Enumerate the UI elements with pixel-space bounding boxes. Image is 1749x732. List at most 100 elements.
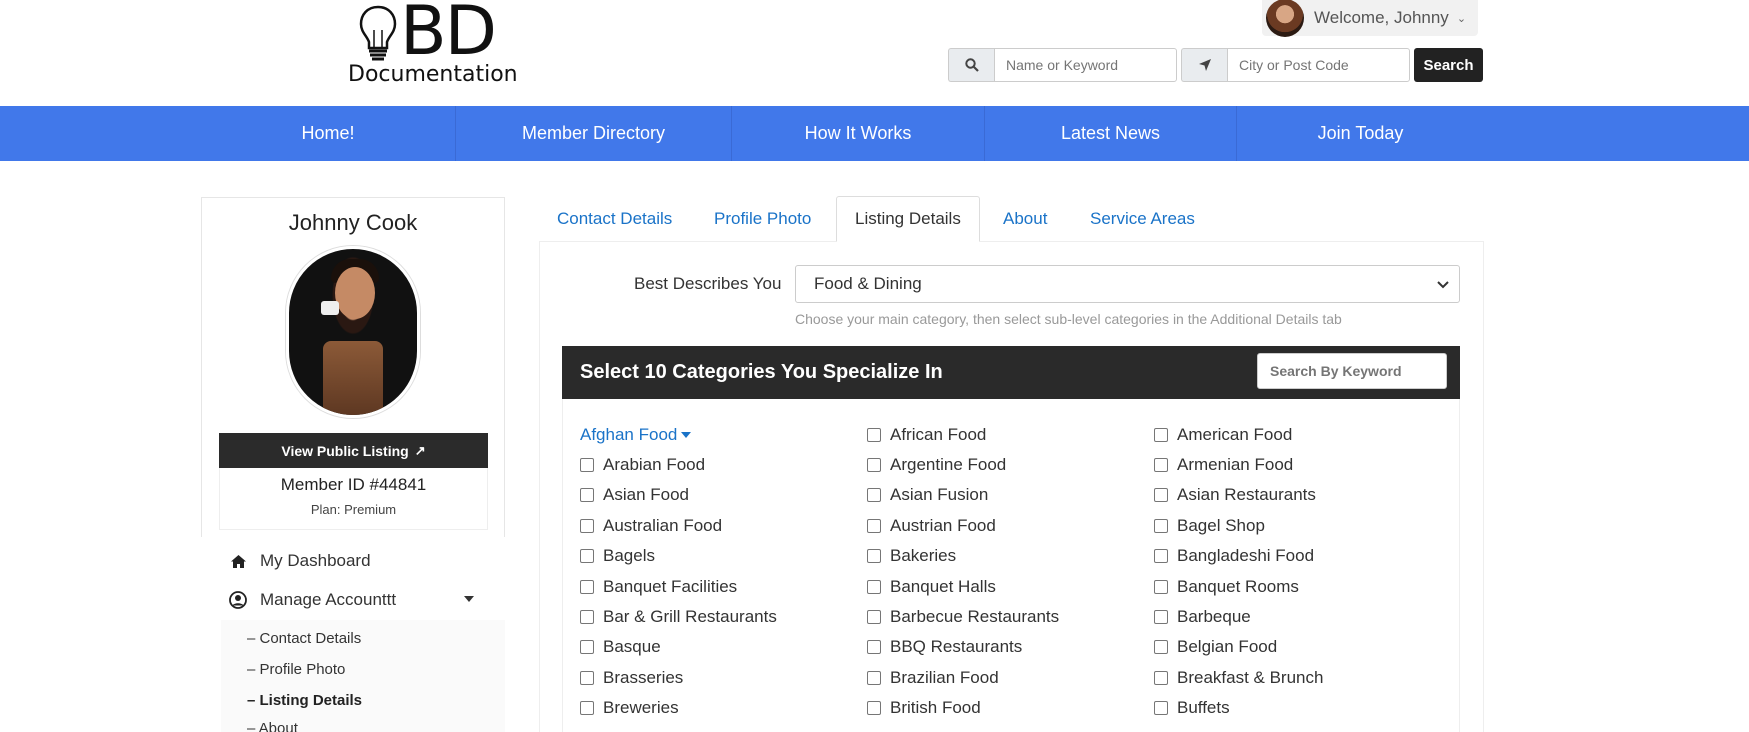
- category-label: BBQ Restaurants: [890, 637, 1023, 656]
- checkbox[interactable]: [867, 488, 881, 502]
- category-checkbox-item[interactable]: Banquet Halls: [867, 577, 996, 597]
- sidebar-item-label: Manage Accounttt: [260, 590, 397, 609]
- tab-contact-details[interactable]: Contact Details: [557, 196, 672, 242]
- category-checkbox-item[interactable]: Barbeque: [1154, 607, 1251, 627]
- category-checkbox-item[interactable]: Bagels: [580, 546, 655, 566]
- category-checkbox-item[interactable]: Barbecue Restaurants: [867, 607, 1059, 627]
- category-checkbox-item[interactable]: Brazilian Food: [867, 668, 999, 688]
- category-checkbox-item[interactable]: Asian Restaurants: [1154, 485, 1316, 505]
- user-menu[interactable]: Welcome, Johnny ⌄: [1262, 0, 1478, 37]
- category-checkbox-item[interactable]: Banquet Rooms: [1154, 577, 1299, 597]
- caret-down-icon[interactable]: [464, 596, 474, 602]
- categories-header: Select 10 Categories You Specialize In: [562, 346, 1460, 399]
- checkbox[interactable]: [1154, 519, 1168, 533]
- category-checkbox-item[interactable]: Buffets: [1154, 698, 1230, 718]
- checkbox[interactable]: [867, 610, 881, 624]
- checkbox[interactable]: [867, 580, 881, 594]
- category-label: Bakeries: [890, 546, 957, 565]
- category-checkbox-item[interactable]: BBQ Restaurants: [867, 637, 1022, 657]
- category-select[interactable]: Food & Dining: [795, 265, 1460, 303]
- sidebar-item-dashboard[interactable]: My Dashboard: [228, 551, 371, 571]
- category-search-input[interactable]: [1257, 353, 1447, 389]
- category-checkbox-item[interactable]: Armenian Food: [1154, 455, 1293, 475]
- search-icon: [948, 48, 994, 82]
- category-checkbox-item[interactable]: Brasseries: [580, 668, 683, 688]
- checkbox[interactable]: [1154, 610, 1168, 624]
- tab-service-areas[interactable]: Service Areas: [1090, 196, 1195, 242]
- checkbox[interactable]: [580, 580, 594, 594]
- checkbox[interactable]: [1154, 580, 1168, 594]
- location-input[interactable]: [1227, 48, 1410, 82]
- checkbox[interactable]: [580, 488, 594, 502]
- category-checkbox-item[interactable]: Australian Food: [580, 516, 722, 536]
- view-public-listing-button[interactable]: View Public Listing ↗: [219, 433, 488, 468]
- checkbox[interactable]: [1154, 701, 1168, 715]
- checkbox[interactable]: [867, 428, 881, 442]
- checkbox[interactable]: [580, 701, 594, 715]
- keyword-input[interactable]: [994, 48, 1177, 82]
- checkbox[interactable]: [867, 458, 881, 472]
- site-logo[interactable]: BD Documentation: [348, 0, 538, 90]
- category-checkbox-item[interactable]: Belgian Food: [1154, 637, 1277, 657]
- checkbox[interactable]: [580, 458, 594, 472]
- checkbox[interactable]: [580, 671, 594, 685]
- checkbox[interactable]: [1154, 488, 1168, 502]
- category-checkbox-item[interactable]: African Food: [867, 425, 986, 445]
- checkbox[interactable]: [580, 549, 594, 563]
- checkbox[interactable]: [580, 610, 594, 624]
- category-checkbox-item[interactable]: Banquet Facilities: [580, 577, 737, 597]
- expanded-category-toggle[interactable]: Afghan Food: [580, 425, 692, 445]
- category-checkbox-item[interactable]: American Food: [1154, 425, 1292, 445]
- category-checkbox-item[interactable]: Arabian Food: [580, 455, 705, 475]
- checkbox[interactable]: [580, 640, 594, 654]
- profile-name: Johnny Cook: [288, 210, 418, 235]
- category-label: Banquet Rooms: [1177, 577, 1299, 596]
- sidebar-item-manage-account[interactable]: Manage Accounttt: [228, 590, 396, 610]
- category-label: Asian Restaurants: [1177, 485, 1316, 504]
- search-button[interactable]: Search: [1414, 48, 1483, 82]
- tab-about[interactable]: About: [1003, 196, 1047, 242]
- category-checkbox-item[interactable]: Breweries: [580, 698, 679, 718]
- checkbox[interactable]: [1154, 671, 1168, 685]
- tab-listing-details[interactable]: Listing Details: [836, 196, 980, 242]
- nav-latest-news[interactable]: Latest News: [985, 106, 1236, 161]
- category-checkbox-item[interactable]: Bakeries: [867, 546, 956, 566]
- submenu-contact-details[interactable]: – Contact Details: [247, 630, 361, 647]
- checkbox[interactable]: [867, 519, 881, 533]
- checkbox[interactable]: [867, 701, 881, 715]
- nav-home[interactable]: Home!: [201, 106, 455, 161]
- nav-member-directory[interactable]: Member Directory: [456, 106, 731, 161]
- checkbox[interactable]: [580, 519, 594, 533]
- category-label: Argentine Food: [890, 455, 1007, 474]
- tab-profile-photo[interactable]: Profile Photo: [714, 196, 811, 242]
- category-checkbox-item[interactable]: Breakfast & Brunch: [1154, 668, 1323, 688]
- checkbox[interactable]: [867, 640, 881, 654]
- category-checkbox-item[interactable]: Asian Fusion: [867, 485, 988, 505]
- checkbox[interactable]: [1154, 428, 1168, 442]
- category-label: Armenian Food: [1177, 455, 1294, 474]
- checkbox[interactable]: [1154, 549, 1168, 563]
- category-checkbox-item[interactable]: British Food: [867, 698, 981, 718]
- category-checkbox-item[interactable]: Bagel Shop: [1154, 516, 1265, 536]
- categories-title: Select 10 Categories You Specialize In: [580, 361, 943, 383]
- nav-how-it-works[interactable]: How It Works: [732, 106, 984, 161]
- category-checkbox-item[interactable]: Asian Food: [580, 485, 689, 505]
- search-bar: Search: [948, 48, 1483, 82]
- category-label: Bar & Grill Restaurants: [603, 607, 777, 626]
- category-checkbox-item[interactable]: Argentine Food: [867, 455, 1006, 475]
- category-checkbox-item[interactable]: Bangladeshi Food: [1154, 546, 1314, 566]
- checkbox[interactable]: [1154, 640, 1168, 654]
- chevron-down-icon: [1437, 278, 1449, 292]
- category-checkbox-item[interactable]: Bar & Grill Restaurants: [580, 607, 777, 627]
- chevron-down-icon: ⌄: [1456, 12, 1467, 25]
- submenu-about[interactable]: – About: [247, 720, 298, 732]
- checkbox[interactable]: [867, 549, 881, 563]
- submenu-profile-photo[interactable]: – Profile Photo: [247, 661, 345, 678]
- category-checkbox-item[interactable]: Basque: [580, 637, 661, 657]
- submenu-listing-details[interactable]: – Listing Details: [247, 692, 362, 709]
- checkbox[interactable]: [1154, 458, 1168, 472]
- main-nav: Home! Member Directory How It Works Late…: [0, 106, 1749, 161]
- nav-join-today[interactable]: Join Today: [1237, 106, 1484, 161]
- checkbox[interactable]: [867, 671, 881, 685]
- category-checkbox-item[interactable]: Austrian Food: [867, 516, 996, 536]
